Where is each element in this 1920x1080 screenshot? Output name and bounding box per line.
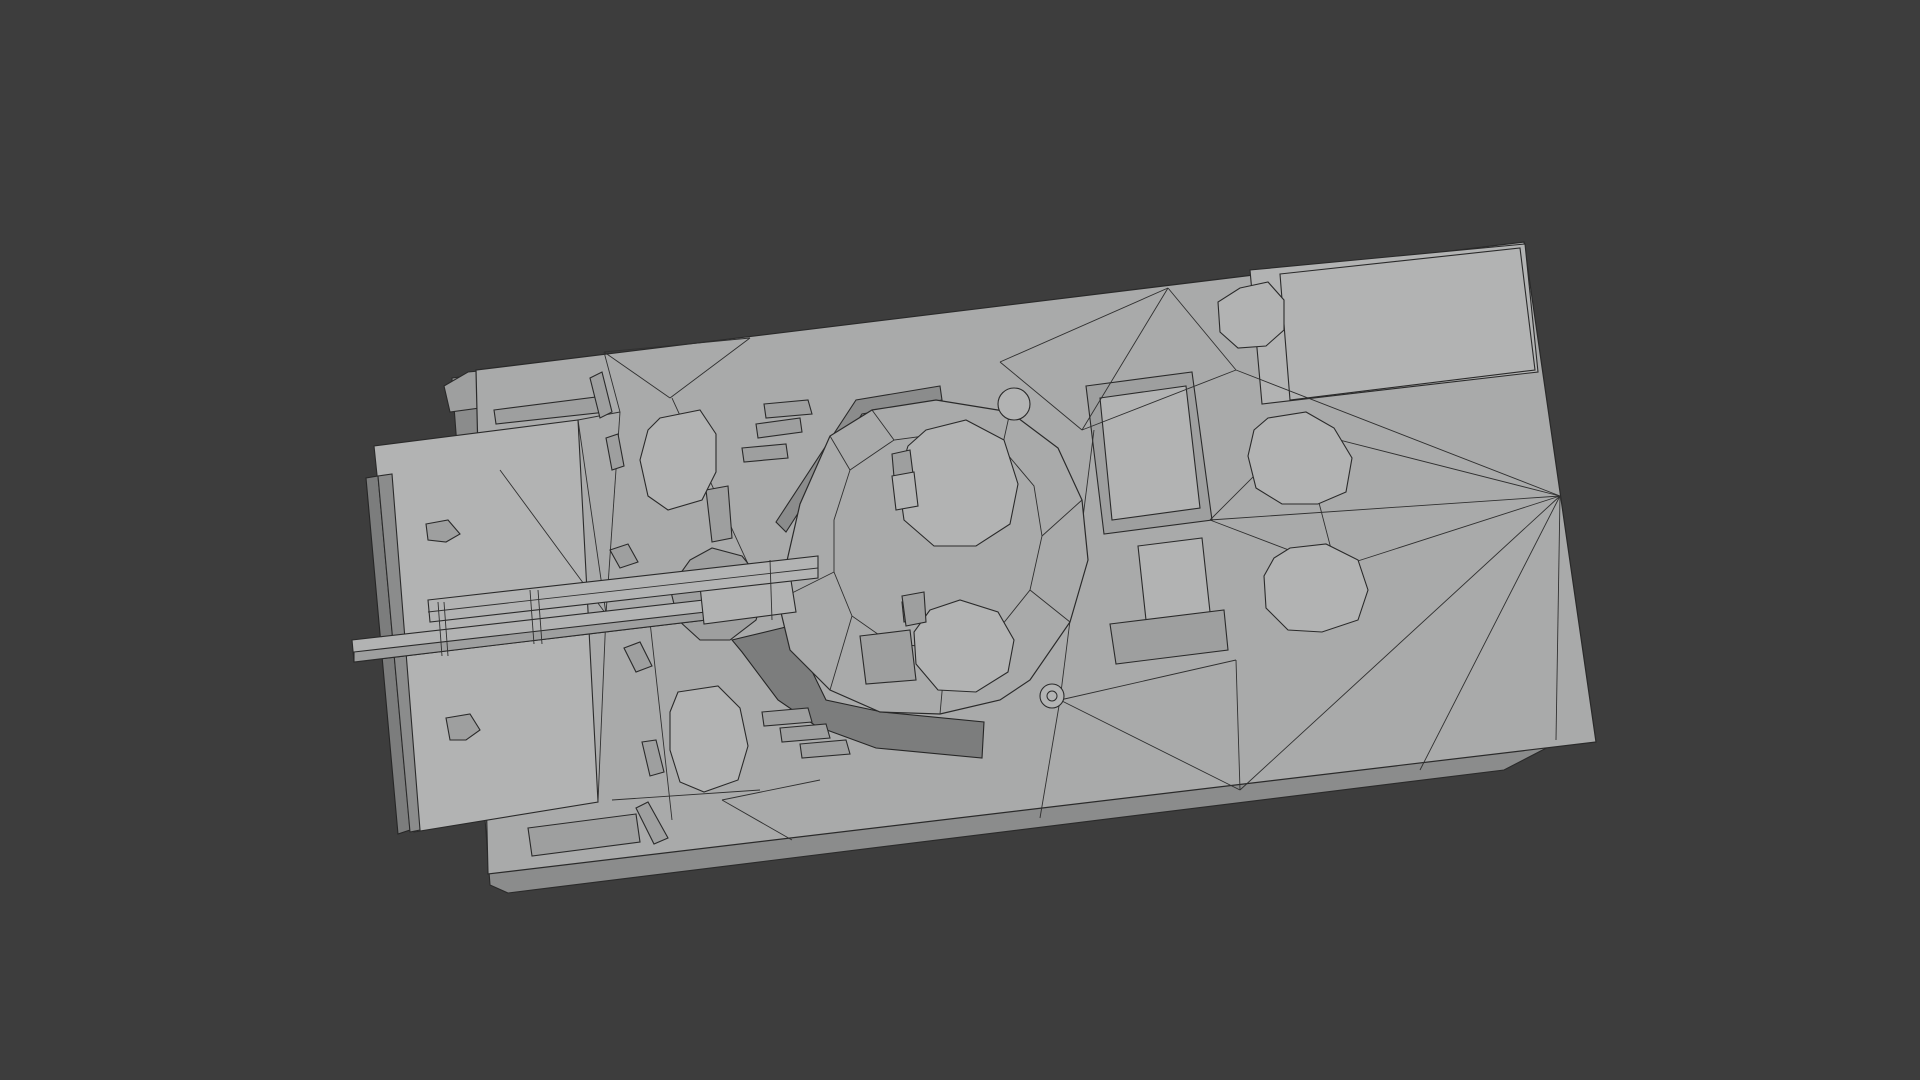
engine-hatch-top [1099,385,1201,521]
sight-box [859,629,917,685]
3d-viewport[interactable] [0,0,1920,1080]
hatch-round-3 [1263,543,1369,633]
sensor-dome [1039,683,1065,709]
vent-cap [997,387,1031,421]
turret-mount-right [901,591,927,627]
loader-hatch [913,599,1015,693]
tank-mesh-model[interactable] [0,0,1920,1080]
rear-box [1137,537,1211,621]
commander-cupola [897,419,1019,547]
cupola-box [891,471,919,511]
